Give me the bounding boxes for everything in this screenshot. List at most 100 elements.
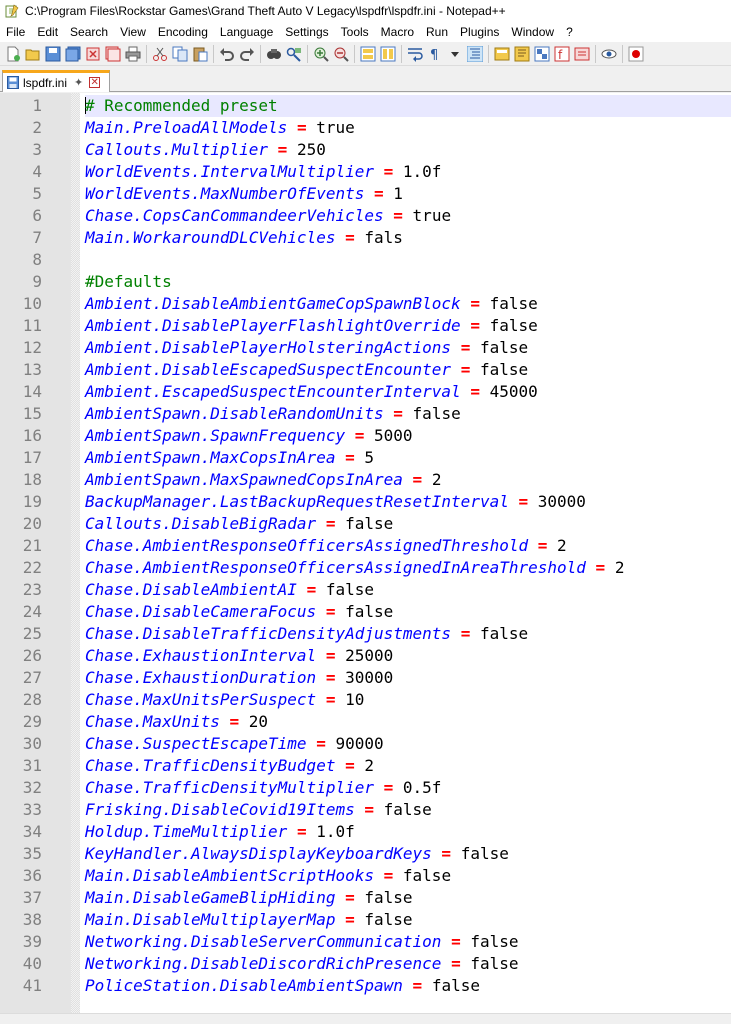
editor[interactable]: 1 # Recommended preset 2 Main.PreloadAllMod… [0,93,731,1020]
horizontal-scrollbar[interactable] [0,1013,731,1024]
code-line[interactable]: 22 Chase.AmbientResponseOfficersAssignedI… [0,557,731,579]
code-line[interactable]: 11 Ambient.DisablePlayerFlashlightOverrid… [0,315,731,337]
line-content[interactable]: Callouts.DisableBigRadar = false [85,513,731,535]
line-content[interactable]: Chase.ExhaustionDuration = 30000 [85,667,731,689]
line-content[interactable]: Chase.CopsCanCommandeerVehicles = true [85,205,731,227]
function-list-icon[interactable] [534,46,550,62]
document-list-icon[interactable] [574,46,590,62]
user-language-icon[interactable] [494,46,510,62]
line-content[interactable]: Chase.AmbientResponseOfficersAssignedInA… [85,557,731,579]
line-content[interactable]: # Recommended preset [85,95,731,117]
line-content[interactable]: AmbientSpawn.SpawnFrequency = 5000 [85,425,731,447]
line-content[interactable]: Main.WorkaroundDLCVehicles = fals [85,227,731,249]
record-macro-icon[interactable] [628,46,644,62]
menu-file[interactable]: File [0,22,31,42]
code-line[interactable]: 40 Networking.DisableDiscordRichPresence … [0,953,731,975]
code-line[interactable]: 28 Chase.MaxUnitsPerSuspect = 10 [0,689,731,711]
doc-map-icon[interactable] [514,46,530,62]
line-content[interactable]: PoliceStation.DisableAmbientSpawn = fals… [85,975,731,997]
line-content[interactable]: Chase.DisableTrafficDensityAdjustments =… [85,623,731,645]
close-icon[interactable] [85,46,101,62]
code-line[interactable]: 8 [0,249,731,271]
line-content[interactable]: Main.DisableGameBlipHiding = false [85,887,731,909]
word-wrap-icon[interactable] [407,46,423,62]
code-line[interactable]: 15 AmbientSpawn.DisableRandomUnits = fals… [0,403,731,425]
line-content[interactable]: AmbientSpawn.DisableRandomUnits = false [85,403,731,425]
zoom-in-icon[interactable] [313,46,329,62]
line-content[interactable]: BackupManager.LastBackupRequestResetInte… [85,491,731,513]
menu-settings[interactable]: Settings [279,22,334,42]
menu-search[interactable]: Search [64,22,114,42]
line-content[interactable]: WorldEvents.IntervalMultiplier = 1.0f [85,161,731,183]
code-line[interactable]: 6 Chase.CopsCanCommandeerVehicles = true [0,205,731,227]
code-line[interactable]: 9 #Defaults [0,271,731,293]
line-content[interactable]: Chase.TrafficDensityBudget = 2 [85,755,731,777]
code-line[interactable]: 3 Callouts.Multiplier = 250 [0,139,731,161]
code-line[interactable]: 17 AmbientSpawn.MaxCopsInArea = 5 [0,447,731,469]
menu-tools[interactable]: Tools [335,22,375,42]
code-line[interactable]: 36 Main.DisableAmbientScriptHooks = false [0,865,731,887]
copy-icon[interactable] [172,46,188,62]
paste-icon[interactable] [192,46,208,62]
menu-help[interactable]: ? [560,22,579,42]
code-line[interactable]: 20 Callouts.DisableBigRadar = false [0,513,731,535]
print-icon[interactable] [125,46,141,62]
code-line[interactable]: 31 Chase.TrafficDensityBudget = 2 [0,755,731,777]
line-content[interactable]: Holdup.TimeMultiplier = 1.0f [85,821,731,843]
code-line[interactable]: 10 Ambient.DisableAmbientGameCopSpawnBloc… [0,293,731,315]
cut-icon[interactable] [152,46,168,62]
line-content[interactable]: Callouts.Multiplier = 250 [85,139,731,161]
line-content[interactable]: Chase.DisableCameraFocus = false [85,601,731,623]
tab-lspdfr-ini[interactable]: lspdfr.ini ✦ ✕ [2,70,110,92]
monitor-icon[interactable] [601,46,617,62]
zoom-out-icon[interactable] [333,46,349,62]
open-file-icon[interactable] [25,46,41,62]
code-line[interactable]: 5 WorldEvents.MaxNumberOfEvents = 1 [0,183,731,205]
close-tab-icon[interactable]: ✕ [89,77,101,88]
code-line[interactable]: 1 # Recommended preset [0,95,731,117]
line-content[interactable]: AmbientSpawn.MaxSpawnedCopsInArea = 2 [85,469,731,491]
code-line[interactable]: 23 Chase.DisableAmbientAI = false [0,579,731,601]
replace-icon[interactable] [286,46,302,62]
code-line[interactable]: 14 Ambient.EscapedSuspectEncounterInterva… [0,381,731,403]
code-line[interactable]: 26 Chase.ExhaustionInterval = 25000 [0,645,731,667]
menu-edit[interactable]: Edit [31,22,64,42]
menu-language[interactable]: Language [214,22,279,42]
line-content[interactable]: Ambient.DisablePlayerFlashlightOverride … [85,315,731,337]
code-line[interactable]: 25 Chase.DisableTrafficDensityAdjustments… [0,623,731,645]
pin-icon[interactable]: ✦ [74,76,83,89]
menu-view[interactable]: View [114,22,152,42]
find-icon[interactable] [266,46,282,62]
line-content[interactable]: Chase.TrafficDensityMultiplier = 0.5f [85,777,731,799]
line-content[interactable] [85,249,731,271]
code-line[interactable]: 12 Ambient.DisablePlayerHolsteringActions… [0,337,731,359]
code-line[interactable]: 39 Networking.DisableServerCommunication … [0,931,731,953]
redo-icon[interactable] [239,46,255,62]
close-all-icon[interactable] [105,46,121,62]
line-content[interactable]: Main.DisableMultiplayerMap = false [85,909,731,931]
code-line[interactable]: 35 KeyHandler.AlwaysDisplayKeyboardKeys =… [0,843,731,865]
menu-plugins[interactable]: Plugins [454,22,505,42]
folder-workspace-icon[interactable]: f [554,46,570,62]
save-all-icon[interactable] [65,46,81,62]
sync-horizontal-icon[interactable] [380,46,396,62]
line-content[interactable]: Ambient.EscapedSuspectEncounterInterval … [85,381,731,403]
undo-icon[interactable] [219,46,235,62]
code-line[interactable]: 34 Holdup.TimeMultiplier = 1.0f [0,821,731,843]
code-line[interactable]: 27 Chase.ExhaustionDuration = 30000 [0,667,731,689]
line-content[interactable]: #Defaults [85,271,731,293]
line-content[interactable]: Ambient.DisablePlayerHolsteringActions =… [85,337,731,359]
menu-window[interactable]: Window [505,22,560,42]
line-content[interactable]: Chase.SuspectEscapeTime = 90000 [85,733,731,755]
code-line[interactable]: 24 Chase.DisableCameraFocus = false [0,601,731,623]
code-line[interactable]: 7 Main.WorkaroundDLCVehicles = fals [0,227,731,249]
indent-guide-icon[interactable] [466,45,484,62]
line-content[interactable]: Networking.DisableDiscordRichPresence = … [85,953,731,975]
line-content[interactable]: Main.PreloadAllModels = true [85,117,731,139]
code-line[interactable]: 2 Main.PreloadAllModels = true [0,117,731,139]
save-icon[interactable] [45,46,61,62]
code-line[interactable]: 38 Main.DisableMultiplayerMap = false [0,909,731,931]
show-all-chars-icon[interactable]: ¶ [427,46,443,63]
code-line[interactable]: 37 Main.DisableGameBlipHiding = false [0,887,731,909]
line-content[interactable]: AmbientSpawn.MaxCopsInArea = 5 [85,447,731,469]
